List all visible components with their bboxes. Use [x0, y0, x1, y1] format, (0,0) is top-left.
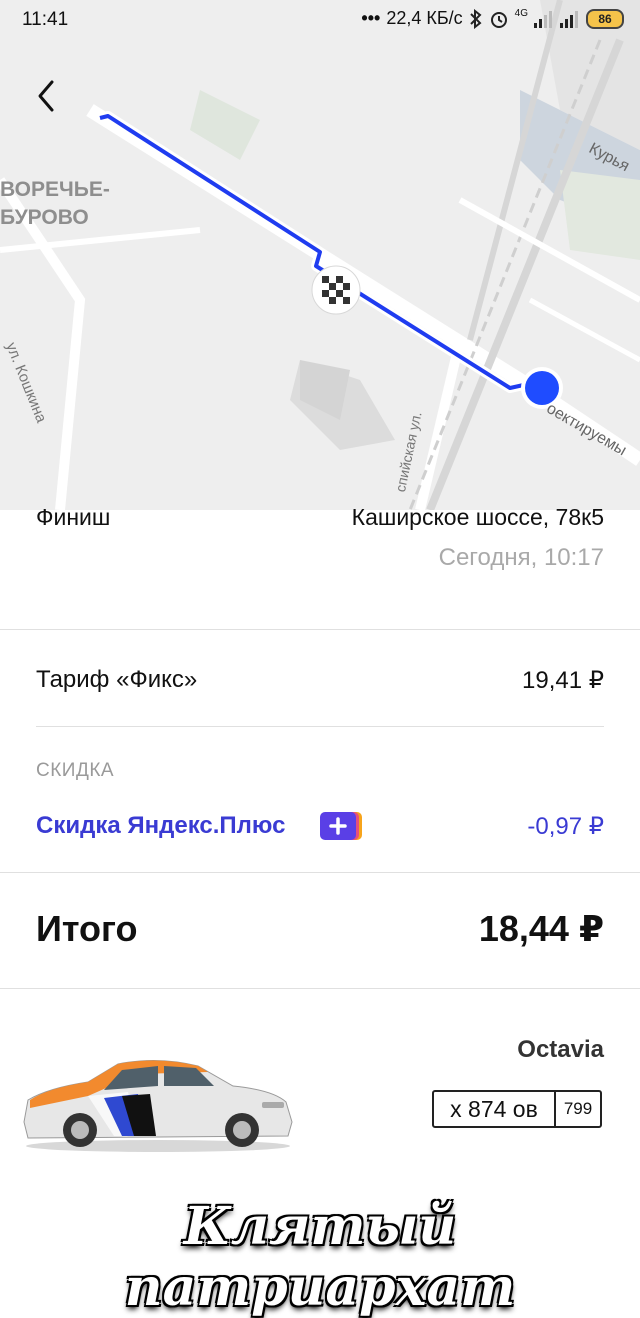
bluetooth-icon [469, 8, 482, 29]
divider [36, 726, 604, 727]
status-time: 11:41 [22, 9, 69, 30]
finish-time: Сегодня, 10:17 [438, 544, 604, 571]
yandex-plus-icon [320, 811, 364, 841]
alarm-icon [490, 11, 507, 28]
battery-icon: 86 [586, 8, 624, 29]
finish-address: Каширское шоссе, 78к5 [351, 504, 604, 530]
back-button[interactable] [24, 72, 72, 120]
car-image [18, 1050, 298, 1155]
finish-flag-marker [311, 265, 361, 315]
license-plate: х 874 ов 799 [432, 1090, 602, 1128]
discount-header: СКИДКА [36, 760, 115, 781]
route-map[interactable]: ВОРЕЧЬЕ- БУРОВО ул. Кошкина спийская ул.… [0, 0, 640, 510]
tariff-price: 19,41 ₽ [522, 667, 604, 694]
chevron-left-icon [38, 80, 54, 112]
discount-label: Скидка Яндекс.Плюс [36, 812, 286, 839]
map-label-district: ВОРЕЧЬЕ- [0, 178, 110, 201]
signal-icon [560, 10, 578, 28]
status-icons: ••• 22,4 КБ/с 4G 86 [361, 8, 624, 29]
dots-icon: ••• [361, 8, 381, 28]
map-label-district-2: БУРОВО [0, 206, 89, 229]
finish-label: Финиш [36, 504, 111, 530]
finish-row: Финиш Каширское шоссе, 78к5 [36, 500, 604, 532]
divider [0, 872, 640, 873]
status-bar: 11:41 ••• 22,4 КБ/с 4G 86 [0, 0, 640, 40]
divider [0, 988, 640, 989]
signal-icon [534, 10, 552, 28]
network-speed: 22,4 КБ/с [386, 8, 463, 28]
tariff-label: Тариф «Фикс» [36, 666, 198, 693]
watermark-text: Клятый патриархат [124, 1196, 516, 1318]
plate-region: 799 [563, 1099, 593, 1118]
total-value: 18,44 ₽ [478, 908, 604, 949]
divider [0, 629, 640, 630]
discount-value: -0,97 ₽ [527, 813, 604, 840]
car-model: Octavia [517, 1036, 604, 1063]
total-label: Итого [36, 908, 138, 949]
map-canvas [0, 0, 640, 510]
plate-number: х 874 ов [434, 1092, 556, 1126]
network-type: 4G [514, 8, 528, 19]
